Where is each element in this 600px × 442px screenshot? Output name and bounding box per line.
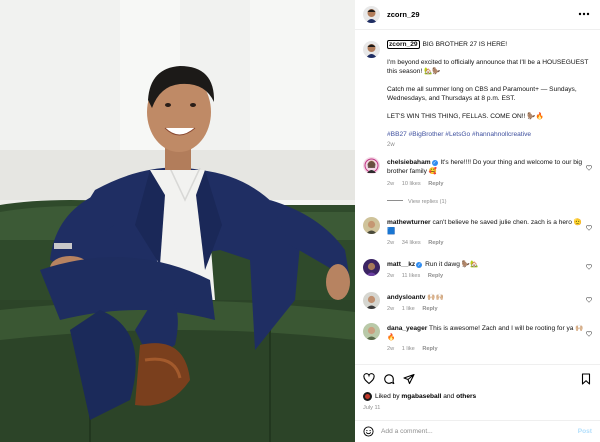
comment-meta: 2w 11 likes Reply: [387, 273, 449, 279]
heart-icon[interactable]: [586, 225, 592, 231]
comment-text-block: chelsiebaham ✓ It's here!!!! Do your thin…: [387, 158, 585, 176]
heart-icon[interactable]: [586, 264, 592, 270]
share-icon[interactable]: [403, 373, 415, 385]
post-caption: zcorn_29 BIG BROTHER 27 IS HERE! I'm bey…: [387, 40, 592, 148]
heart-icon[interactable]: [586, 297, 592, 303]
heart-icon[interactable]: [586, 165, 592, 171]
comment-text: Run it dawg 🦫🏡: [425, 261, 479, 268]
comment-meta: 2w 34 likes Reply: [387, 240, 449, 246]
liked-by-text: Liked by mgabaseball and others: [375, 393, 476, 400]
verified-badge-icon: ✓: [431, 160, 438, 166]
comment-time: 2w: [387, 346, 395, 352]
comment-username[interactable]: matt__kz: [387, 261, 415, 268]
heart-icon[interactable]: [586, 331, 592, 337]
comment-username[interactable]: mathewturner: [387, 219, 431, 226]
post-header: zcorn_29: [355, 0, 600, 30]
comment-meta: 2w 1 like Reply: [387, 346, 444, 352]
comment-text-block: andysloantv 🙌🏼🙌🏼: [387, 293, 585, 302]
comment-likes[interactable]: 11 likes: [402, 273, 421, 279]
caption-line-3: Catch me all summer long on CBS and Para…: [387, 86, 577, 102]
avatar[interactable]: [363, 6, 380, 23]
view-replies-label: View replies (1): [408, 199, 447, 205]
post-action-bar: [355, 364, 600, 392]
comment-text-block: mathewturner can't believe he saved juli…: [387, 218, 585, 236]
comment-likes[interactable]: 10 likes: [402, 181, 421, 187]
heart-icon[interactable]: [363, 373, 375, 385]
bookmark-icon[interactable]: [580, 373, 592, 385]
comment-meta: 2w 1 like Reply: [387, 306, 444, 312]
comment-time: 2w: [387, 240, 395, 246]
comment-text: 🙌🏼🙌🏼: [427, 294, 444, 301]
replies-divider: [387, 200, 403, 201]
comment-username[interactable]: dana_yeager: [387, 325, 427, 332]
comment-avatar[interactable]: [363, 323, 380, 340]
comment-likes[interactable]: 34 likes: [402, 240, 421, 246]
verified-badge-icon: ✓: [416, 262, 423, 268]
caption-hashtags[interactable]: #BB27 #BigBrother #LetsGo #hannahnollcre…: [387, 130, 592, 139]
comment-time: 2w: [387, 273, 395, 279]
comment-meta: 2w 10 likes Reply: [387, 181, 449, 187]
post-image: [0, 0, 355, 442]
caption-line-2: I'm beyond excited to officially announc…: [387, 59, 589, 75]
reply-button[interactable]: Reply: [428, 273, 443, 279]
comment-avatar[interactable]: [363, 259, 380, 276]
comment-time: 2w: [387, 306, 395, 312]
comment-avatar[interactable]: [363, 157, 380, 174]
liked-by-prefix: Liked by: [375, 393, 400, 400]
liked-by-others[interactable]: others: [456, 393, 476, 400]
reply-button[interactable]: Reply: [428, 240, 443, 246]
comment-avatar[interactable]: [363, 292, 380, 309]
post-side-panel: zcorn_29 zcorn_29 BIG BROTHER 27 IS HERE…: [355, 0, 600, 442]
view-replies-button[interactable]: View replies (1): [387, 199, 446, 205]
emoji-icon[interactable]: [363, 426, 374, 437]
caption-line-1: BIG BROTHER 27 IS HERE!: [422, 41, 508, 48]
comment-text-block: dana_yeager This is awesome! Zach and I …: [387, 324, 585, 342]
add-comment-bar: Post: [355, 420, 600, 442]
comment-likes[interactable]: 1 like: [402, 306, 415, 312]
liker-avatar[interactable]: [363, 392, 372, 401]
comment-username[interactable]: andysloantv: [387, 294, 425, 301]
reply-button[interactable]: Reply: [422, 306, 437, 312]
reply-button[interactable]: Reply: [428, 181, 443, 187]
comment-username[interactable]: chelsiebaham: [387, 159, 431, 166]
comment-likes[interactable]: 1 like: [402, 346, 415, 352]
liked-by-and: and: [443, 393, 455, 400]
reply-button[interactable]: Reply: [422, 346, 437, 352]
post-comment-button[interactable]: Post: [578, 428, 592, 435]
comment-text-block: matt__kz ✓ Run it dawg 🦫🏡: [387, 260, 585, 269]
caption-timestamp: 2w: [387, 142, 395, 148]
post-date: July 11: [363, 405, 381, 411]
caption-username[interactable]: zcorn_29: [387, 40, 420, 49]
comment-input[interactable]: [381, 425, 561, 438]
more-horizontal-icon[interactable]: [578, 11, 590, 17]
liked-by-user[interactable]: mgabaseball: [401, 393, 441, 400]
caption-avatar[interactable]: [363, 41, 380, 58]
header-username[interactable]: zcorn_29: [387, 10, 420, 19]
comment-time: 2w: [387, 181, 395, 187]
comment-icon[interactable]: [383, 373, 395, 385]
caption-line-4: LET'S WIN THIS THING, FELLAS. COME ON!! …: [387, 113, 544, 120]
comment-avatar[interactable]: [363, 217, 380, 234]
post-photo[interactable]: [0, 0, 355, 442]
